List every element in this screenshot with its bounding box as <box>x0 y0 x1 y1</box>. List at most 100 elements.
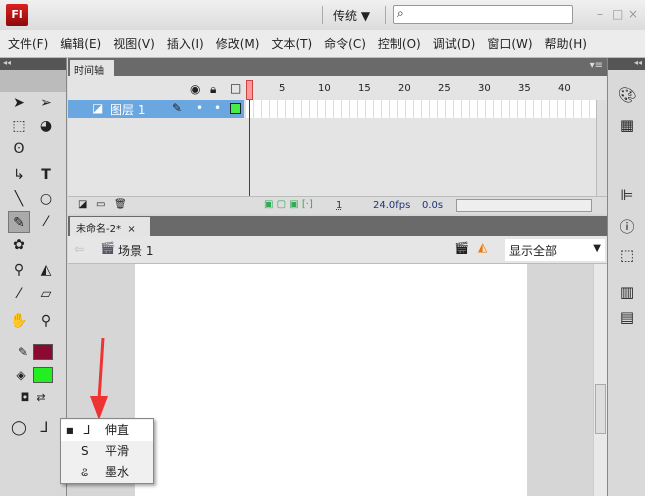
timeline-vscroll[interactable] <box>596 100 607 196</box>
menu-edit[interactable]: 编辑(E) <box>60 35 101 52</box>
pen-tool-icon[interactable]: ↳ <box>8 164 30 186</box>
outline-icon[interactable]: □ <box>230 81 241 95</box>
align-icon[interactable]: ⊫ <box>617 186 637 206</box>
collapse-icon[interactable]: ◂◂ <box>608 58 645 70</box>
components-icon[interactable]: ▤ <box>617 308 637 328</box>
maximize-button[interactable]: □ <box>612 7 623 21</box>
menu-control[interactable]: 控制(O) <box>378 35 421 52</box>
stroke-color-swatch[interactable] <box>33 344 53 360</box>
onion-skin-icon[interactable]: ▣ ▢ ▣ [·] <box>264 199 313 210</box>
free-transform-icon[interactable]: ⬚ <box>8 115 30 137</box>
edit-scene-icon[interactable]: 🎬︎ <box>454 241 469 255</box>
scroll-thumb[interactable] <box>595 384 606 434</box>
menu-insert[interactable]: 插入(I) <box>167 35 204 52</box>
elapsed-time[interactable]: 0.0s <box>422 200 443 211</box>
menu-bar: 文件(F) 编辑(E) 视图(V) 插入(I) 修改(M) 文本(T) 命令(C… <box>0 30 645 58</box>
menu-window[interactable]: 窗口(W) <box>487 35 532 52</box>
lock-dot[interactable]: • <box>214 101 221 115</box>
menu-item-label: 伸直 <box>105 423 130 437</box>
zoom-value: 显示全部 <box>509 244 558 258</box>
close-tab-icon[interactable]: × <box>127 224 135 235</box>
menu-debug[interactable]: 调试(D) <box>433 35 476 52</box>
3d-rotation-icon[interactable]: ◕ <box>35 115 57 137</box>
layer-name[interactable]: 图层 1 <box>110 101 145 118</box>
trash-icon[interactable]: 🗑︎ <box>114 199 127 210</box>
menu-item-straighten[interactable]: ■ ᒧ 伸直 <box>61 420 153 441</box>
frame-grid[interactable] <box>246 100 596 118</box>
library-icon[interactable]: ▥ <box>617 283 637 303</box>
pencil-icon: ✎ <box>172 101 183 115</box>
eraser-icon[interactable]: ▱ <box>35 283 57 305</box>
workspace-switcher[interactable]: 传统 ▼ <box>333 7 370 24</box>
zoom-select[interactable]: 显示全部 ▼ <box>505 239 605 261</box>
lock-icon[interactable]: 🔒︎ <box>210 82 216 97</box>
menu-item-label: 墨水 <box>105 465 130 479</box>
transform-icon[interactable]: ⬚ <box>617 246 637 266</box>
selection-tool-icon[interactable]: ➤ <box>8 92 30 114</box>
hand-tool-icon[interactable]: ✋ <box>8 310 30 332</box>
menu-help[interactable]: 帮助(H) <box>545 35 587 52</box>
layer-row[interactable]: ◪ 图层 1 ✎ • • <box>68 100 244 118</box>
brush-tool-icon[interactable]: ⁄ <box>35 211 57 233</box>
pencil-mode-icon[interactable]: ᒧ <box>33 417 55 439</box>
fill-color-swatch[interactable] <box>33 367 53 383</box>
chevron-down-icon: ▼ <box>593 243 601 254</box>
collapse-icon[interactable]: ◂◂ <box>0 58 66 70</box>
stage[interactable] <box>135 264 527 496</box>
subselection-tool-icon[interactable]: ➢ <box>35 92 57 114</box>
ruler-label: 40 <box>558 83 571 94</box>
swatches-icon[interactable]: ▦ <box>617 116 637 136</box>
outline-color-swatch[interactable] <box>230 103 241 114</box>
bone-tool-icon[interactable]: ⚲ <box>8 259 30 281</box>
object-drawing-icon[interactable]: ◯ <box>8 417 30 439</box>
lasso-icon[interactable]: ʘ <box>8 138 30 160</box>
right-panel-dock: ◂◂ 🎨︎ ▦ ⊫ ⓘ ⬚ ▥ ▤ <box>607 58 645 496</box>
ruler-label: 20 <box>398 83 411 94</box>
eye-icon[interactable]: ◉ <box>190 82 200 96</box>
smooth-icon: S <box>81 444 89 458</box>
tab-document[interactable]: 未命名-2* × <box>70 217 150 236</box>
minimize-button[interactable]: – <box>597 7 603 21</box>
straighten-icon: ᒧ <box>83 423 91 437</box>
visibility-dot[interactable]: • <box>196 101 203 115</box>
zoom-tool-icon[interactable]: ⚲ <box>35 310 57 332</box>
menu-modify[interactable]: 修改(M) <box>216 35 260 52</box>
fill-color-icon: ◈ <box>16 368 26 382</box>
paint-bucket-icon[interactable]: ◭ <box>35 259 57 281</box>
pencil-tool-icon[interactable]: ✎ <box>8 211 30 233</box>
frame-ruler[interactable]: 1 5 10 15 20 25 30 35 40 <box>246 80 596 100</box>
timeline-hscroll[interactable] <box>456 199 592 212</box>
tab-timeline[interactable]: 时间轴 <box>70 60 114 77</box>
new-folder-icon[interactable]: ▭ <box>96 199 105 210</box>
swap-colors-icon[interactable]: ⇄ <box>30 387 52 409</box>
eyedropper-icon[interactable]: ⁄ <box>8 283 30 305</box>
menu-file[interactable]: 文件(F) <box>8 35 48 52</box>
ruler-label: 35 <box>518 83 531 94</box>
layer-icon: ◪ <box>92 101 104 115</box>
frame-rate[interactable]: 24.0fps <box>373 200 410 211</box>
menu-text[interactable]: 文本(T) <box>271 35 312 52</box>
text-tool-icon[interactable]: T <box>35 164 57 186</box>
info-icon[interactable]: ⓘ <box>617 216 637 236</box>
playhead[interactable] <box>246 80 253 100</box>
stage-vscroll[interactable] <box>593 264 607 496</box>
edit-symbols-icon[interactable]: ◭ <box>478 240 487 254</box>
title-bar: Fl 传统 ▼ ⌕ – □ × <box>0 0 645 30</box>
menu-commands[interactable]: 命令(C) <box>324 35 366 52</box>
line-tool-icon[interactable]: ╲ <box>8 188 30 210</box>
scene-name[interactable]: 场景 1 <box>118 242 153 259</box>
back-arrow-icon[interactable]: ⇦ <box>74 242 84 256</box>
oval-tool-icon[interactable]: ○ <box>35 188 57 210</box>
search-input[interactable]: ⌕ <box>393 5 573 24</box>
current-frame[interactable]: 1 <box>336 200 342 211</box>
color-palette-icon[interactable]: 🎨︎ <box>617 86 637 106</box>
close-button[interactable]: × <box>628 7 638 21</box>
deco-tool-icon[interactable]: ✿ <box>8 234 30 256</box>
panel-menu-icon[interactable]: ▾≡ <box>590 60 603 71</box>
menu-item-ink[interactable]: ଌ 墨水 <box>61 462 153 483</box>
ruler-label: 10 <box>318 83 331 94</box>
menu-view[interactable]: 视图(V) <box>113 35 155 52</box>
document-tabs: 未命名-2* × <box>68 216 607 236</box>
new-layer-icon[interactable]: ◪ <box>78 199 87 210</box>
menu-item-smooth[interactable]: S 平滑 <box>61 441 153 462</box>
